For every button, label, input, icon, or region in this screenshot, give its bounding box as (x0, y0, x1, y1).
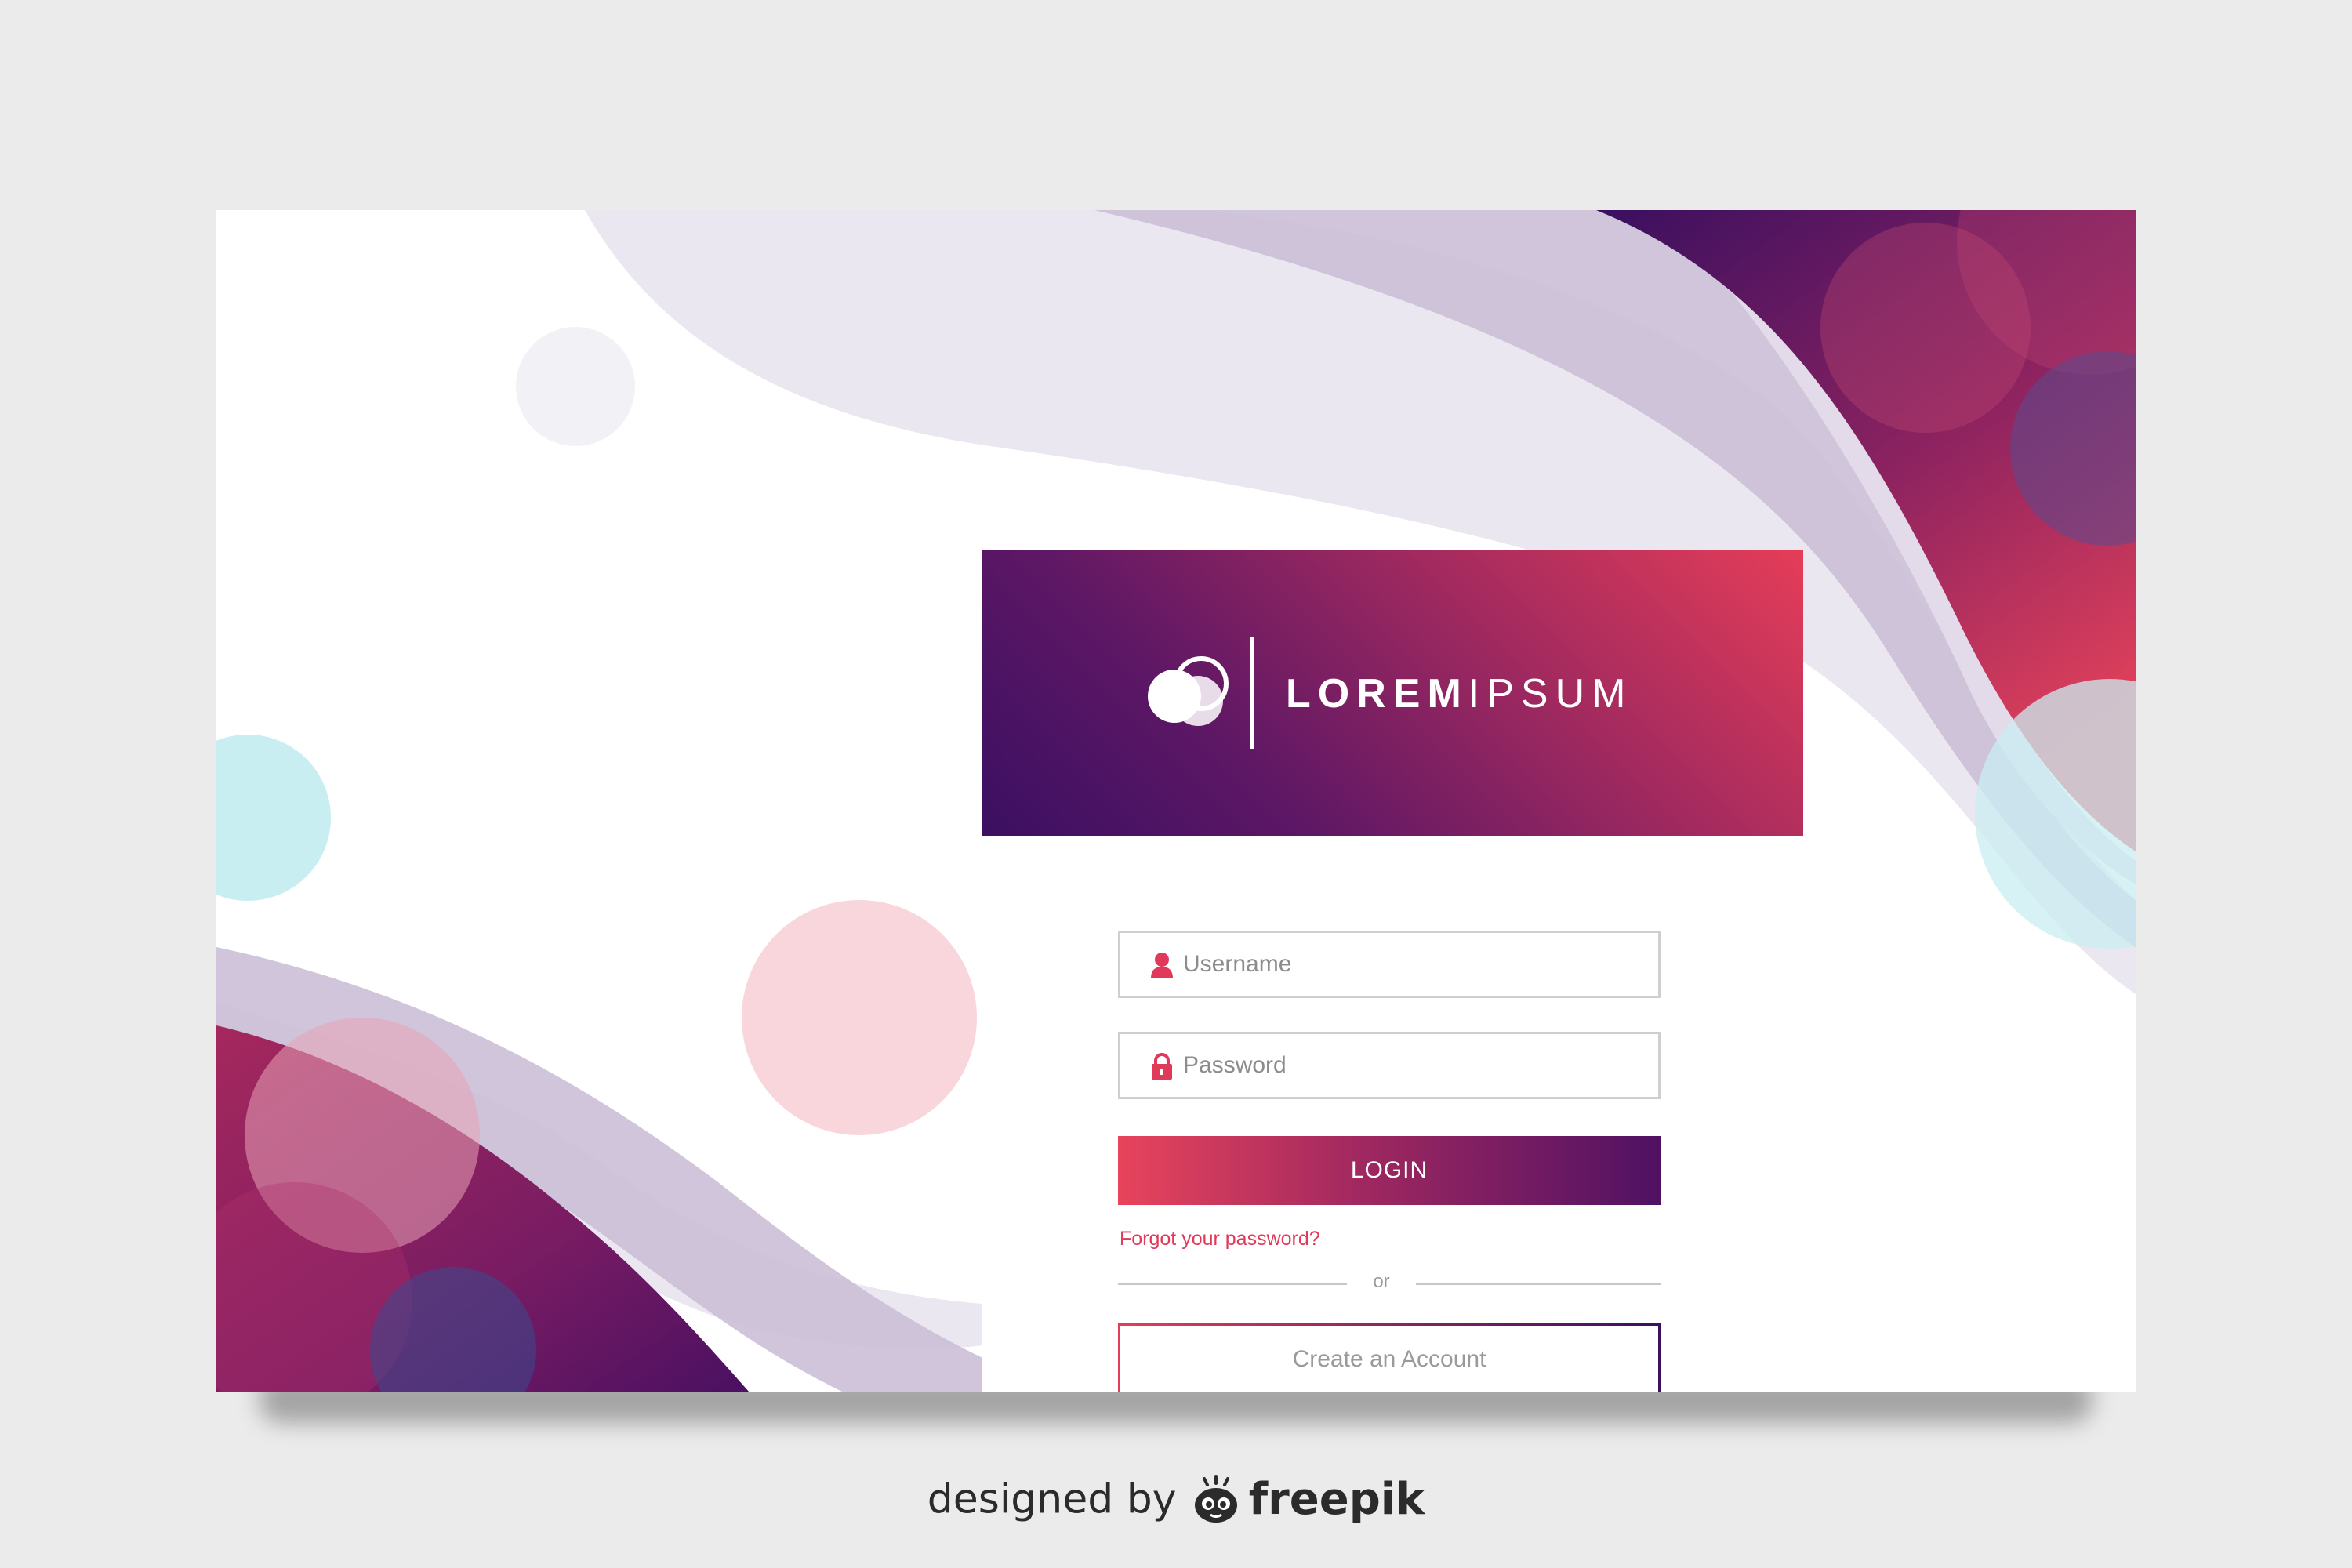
forgot-password-link[interactable]: Forgot your password? (1120, 1228, 1320, 1250)
brand-name: LOREMIPSUM (1286, 666, 1632, 721)
credit-prefix: designed by (927, 1475, 1177, 1523)
password-field[interactable] (1118, 1032, 1661, 1099)
brand-name-bold: LOREM (1286, 671, 1468, 717)
separator-or: or (1373, 1271, 1390, 1292)
brand-divider (1250, 637, 1254, 749)
brand-name-light: IPSUM (1468, 671, 1633, 717)
bubble-grey-top-left (516, 327, 635, 446)
designer-credit: designed by freepik (0, 1474, 2352, 1525)
freepik-logo-icon (1194, 1475, 1237, 1523)
brand-header: LOREMIPSUM (982, 550, 1803, 836)
bubble-pink-center (742, 900, 977, 1135)
username-field[interactable] (1118, 931, 1661, 998)
page: LOREMIPSUM LOGIN Forgot your password? (0, 0, 2352, 1568)
separator-line-left (1118, 1283, 1347, 1285)
credit-brand: freepik (1248, 1474, 1425, 1525)
login-panel: LOREMIPSUM LOGIN Forgot your password? (982, 550, 1803, 1392)
lock-icon (1152, 1053, 1172, 1080)
username-input[interactable] (1183, 933, 1638, 996)
password-input[interactable] (1183, 1034, 1638, 1097)
brand-logo-icon (1148, 656, 1229, 726)
user-icon (1151, 953, 1173, 978)
login-button[interactable]: LOGIN (1118, 1136, 1661, 1205)
login-card: LOREMIPSUM LOGIN Forgot your password? (216, 210, 2136, 1392)
create-account-button[interactable]: Create an Account (1118, 1323, 1661, 1392)
separator-line-right (1416, 1283, 1661, 1285)
